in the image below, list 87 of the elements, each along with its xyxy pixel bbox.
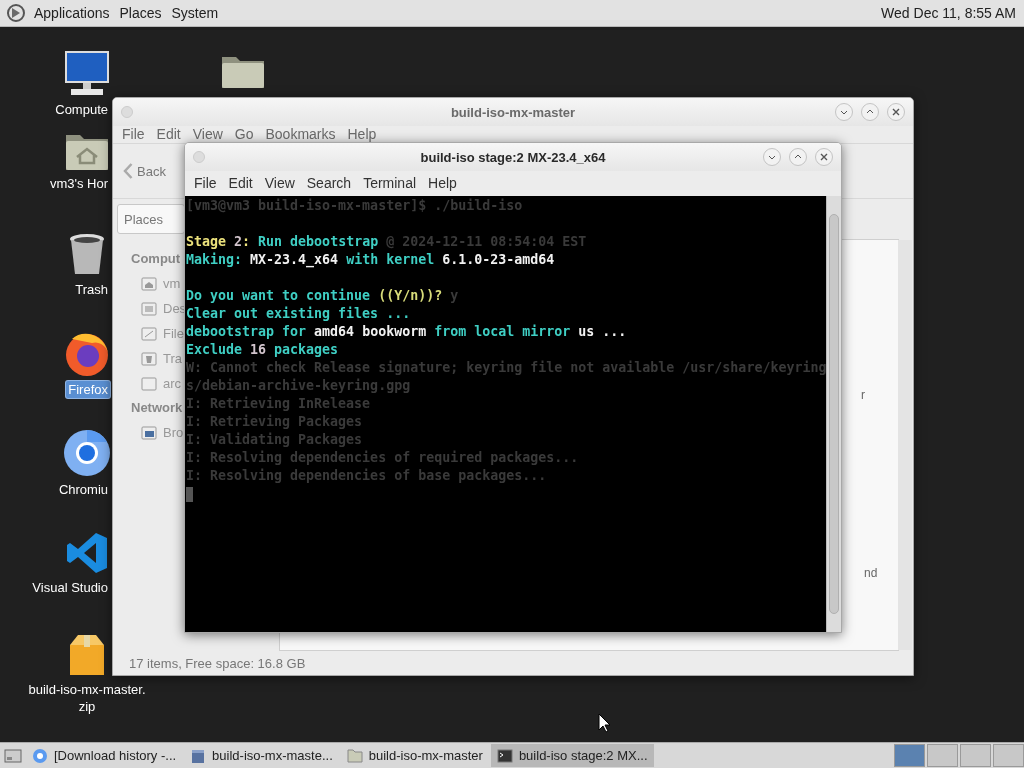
text-cursor bbox=[186, 487, 193, 502]
terminal-line: debootstrap for amd64 bookworm from local mirror us ... bbox=[186, 323, 628, 341]
status-text: 17 items, Free space: 16.8 GB bbox=[129, 655, 306, 671]
terminal-line: Exclude 16 packages bbox=[186, 341, 340, 359]
window-title: build-iso stage:2 MX-23.4_x64 bbox=[420, 149, 606, 165]
close-button[interactable] bbox=[815, 148, 833, 166]
chevron-up-icon bbox=[866, 108, 874, 116]
window-menu-button[interactable] bbox=[193, 151, 205, 163]
menu-item[interactable]: Help bbox=[342, 126, 382, 142]
drive-icon bbox=[141, 325, 157, 342]
terminal-line: s/debian-archive-keyring.gpg bbox=[186, 377, 412, 395]
menu-item[interactable]: File bbox=[189, 171, 222, 191]
terminal-line: Making: MX-23.4_x64 with kernel 6.1.0-23-amd64 bbox=[186, 251, 556, 269]
sidebar-heading: Comput bbox=[131, 250, 181, 268]
menu-item[interactable]: Edit bbox=[151, 126, 186, 142]
icon-label[interactable]: build-iso-mx-master. zip bbox=[26, 681, 148, 715]
terminal-line: [vm3@vm3 build-iso-mx-master]$ ./build-iso bbox=[186, 197, 524, 215]
workspace-button[interactable] bbox=[927, 744, 958, 767]
menu-item[interactable]: Edit bbox=[223, 171, 258, 191]
icon-label[interactable]: Trash bbox=[73, 281, 110, 298]
workspace-button[interactable] bbox=[894, 744, 925, 767]
panel-menu[interactable]: System bbox=[169, 5, 221, 21]
terminal-line: W: Cannot check Release signature; keyring file not available /usr/share/keyring bbox=[186, 359, 827, 377]
file-name[interactable]: r bbox=[861, 388, 865, 402]
terminal-line: Stage 2: Run debootstrap @ 2024-12-11 08:54:04 EST bbox=[186, 233, 588, 251]
terminal-icon bbox=[496, 748, 513, 763]
menu-item[interactable]: Search bbox=[301, 171, 357, 191]
close-icon bbox=[892, 108, 900, 116]
terminal-line: I: Retrieving Packages bbox=[186, 413, 364, 431]
icon-label[interactable]: vm3's Hor bbox=[47, 175, 110, 192]
maximize-button[interactable] bbox=[861, 103, 879, 121]
terminal-line: I: Resolving dependencies of required packages... bbox=[186, 449, 580, 467]
panel-menu[interactable]: Places bbox=[117, 5, 164, 21]
file-name[interactable]: nd bbox=[864, 566, 878, 580]
taskbar-item[interactable]: build-iso-mx-master bbox=[340, 744, 489, 767]
trash-icon bbox=[141, 350, 157, 367]
drive-icon bbox=[141, 375, 157, 392]
home-icon bbox=[141, 275, 157, 292]
computer-icon bbox=[63, 49, 111, 97]
terminal-line: I: Retrieving InRelease bbox=[186, 395, 372, 413]
mouse-pointer-icon bbox=[598, 713, 612, 733]
close-icon bbox=[820, 153, 828, 161]
menu-item[interactable]: View bbox=[259, 171, 300, 191]
chevron-down-icon bbox=[768, 153, 776, 161]
clock[interactable]: Wed Dec 11, 8:55 AM bbox=[879, 5, 1018, 21]
menu-item[interactable]: Help bbox=[423, 171, 462, 191]
back-button[interactable]: Back bbox=[121, 161, 168, 181]
icon-label[interactable]: Chromiu bbox=[56, 481, 110, 498]
menu-item[interactable]: Bookmarks bbox=[260, 126, 341, 142]
workspace-button[interactable] bbox=[993, 744, 1024, 767]
window-title: build-iso-mx-master bbox=[450, 104, 576, 120]
taskbar-item[interactable]: build-iso-mx-maste... bbox=[184, 744, 339, 767]
window-menu-button[interactable] bbox=[121, 106, 133, 118]
terminal-line: Clear out existing files ... bbox=[186, 305, 412, 323]
icon-label[interactable]: Visual Studio bbox=[30, 579, 110, 596]
taskbar-item[interactable]: build-iso stage:2 MX... bbox=[490, 744, 654, 767]
close-button[interactable] bbox=[887, 103, 905, 121]
minimize-button[interactable] bbox=[763, 148, 781, 166]
package-icon bbox=[190, 747, 207, 764]
folder-icon bbox=[346, 748, 363, 763]
scrollbar[interactable] bbox=[898, 240, 912, 650]
scrollbar[interactable] bbox=[826, 196, 841, 632]
logo-icon bbox=[6, 3, 26, 23]
code-editor-icon bbox=[65, 531, 109, 575]
places-dropdown[interactable]: Places bbox=[117, 204, 185, 234]
menu-item[interactable]: Terminal bbox=[358, 171, 422, 191]
chevron-up-icon bbox=[794, 153, 802, 161]
menu-item[interactable]: View bbox=[187, 126, 228, 142]
menu-item[interactable]: Go bbox=[229, 126, 259, 142]
chevron-down-icon bbox=[840, 108, 848, 116]
panel-menu[interactable]: Applications bbox=[32, 5, 112, 21]
maximize-button[interactable] bbox=[789, 148, 807, 166]
desktop-icon bbox=[141, 300, 157, 317]
terminal-line: Do you want to continue ((Y/n))? y bbox=[186, 287, 460, 305]
menu-item[interactable]: File bbox=[117, 126, 150, 142]
browser-icon bbox=[32, 747, 48, 764]
terminal-line: I: Validating Packages bbox=[186, 431, 364, 449]
trash-icon bbox=[68, 233, 106, 277]
minimize-button[interactable] bbox=[835, 103, 853, 121]
icon-label[interactable]: Compute bbox=[53, 101, 110, 118]
sidebar-heading: Network bbox=[131, 399, 183, 417]
chromium-icon bbox=[63, 429, 111, 477]
terminal-line: I: Resolving dependencies of base packages... bbox=[186, 467, 548, 485]
package-icon bbox=[67, 633, 107, 677]
workspace-button[interactable] bbox=[960, 744, 991, 767]
taskbar-item[interactable]: [Download history -... bbox=[26, 744, 183, 767]
network-icon bbox=[141, 424, 157, 441]
